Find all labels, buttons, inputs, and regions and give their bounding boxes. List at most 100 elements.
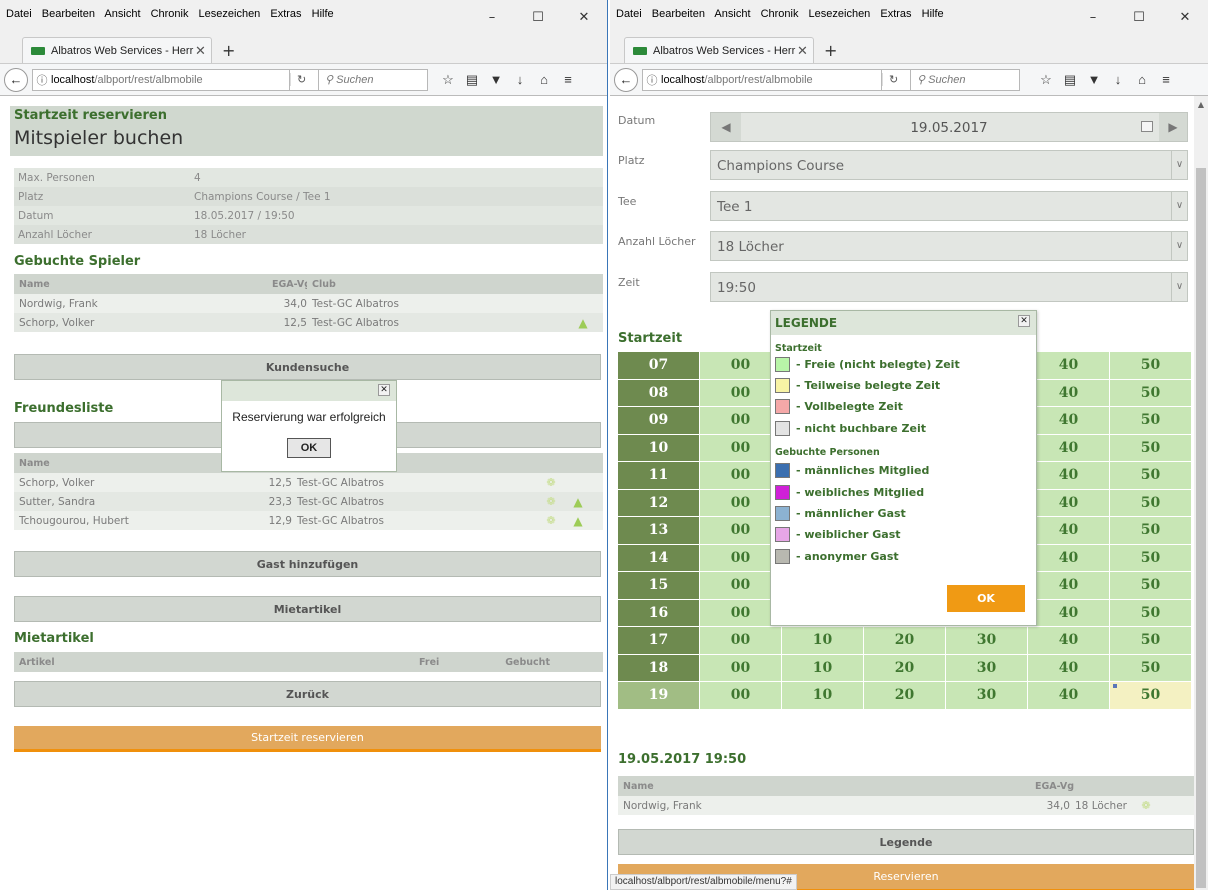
teetime-slot[interactable]: 40 — [1028, 434, 1109, 461]
teetime-slot[interactable]: 50 — [1110, 599, 1191, 626]
teetime-slot[interactable]: 40 — [1028, 462, 1109, 489]
teetime-slot[interactable]: 00 — [700, 682, 781, 709]
browser-tab[interactable]: Albatros Web Services - Herr ✕ — [22, 37, 212, 63]
back-button[interactable]: ← — [4, 67, 28, 92]
scrollbar-thumb[interactable] — [1196, 168, 1206, 888]
info-icon[interactable]: ⓘ — [643, 72, 661, 88]
close-window-button[interactable]: ✕ — [561, 4, 607, 30]
bookmark-star-icon[interactable]: ☆ — [1034, 72, 1058, 88]
legend-button[interactable]: Legende — [618, 829, 1194, 855]
maximize-button[interactable]: ☐ — [1116, 4, 1162, 30]
teetime-slot[interactable]: 50 — [1110, 517, 1191, 544]
teetime-slot[interactable]: 50 — [1110, 682, 1191, 709]
teetime-slot[interactable]: 20 — [864, 654, 945, 681]
download-icon[interactable]: ↓ — [508, 72, 532, 88]
menu-hamburger-icon[interactable]: ≡ — [1154, 72, 1178, 88]
menu-ansicht[interactable]: Ansicht — [714, 8, 750, 20]
reader-icon[interactable]: ▤ — [460, 72, 484, 88]
teetime-slot[interactable]: 40 — [1028, 517, 1109, 544]
home-icon[interactable]: ⌂ — [532, 72, 556, 88]
calendar-icon[interactable] — [1141, 121, 1153, 132]
reader-icon[interactable]: ▤ — [1058, 72, 1082, 88]
maximize-button[interactable]: ☐ — [515, 4, 561, 30]
close-window-button[interactable]: ✕ — [1162, 4, 1208, 30]
teetime-slot[interactable]: 30 — [946, 654, 1027, 681]
teetime-slot[interactable]: 50 — [1110, 462, 1191, 489]
teetime-slot[interactable]: 50 — [1110, 489, 1191, 516]
teetime-slot[interactable]: 40 — [1028, 599, 1109, 626]
teetime-slot[interactable]: 50 — [1110, 627, 1191, 654]
minimize-button[interactable]: – — [469, 4, 515, 30]
new-tab-button[interactable]: + — [222, 41, 235, 60]
menu-lesezeichen[interactable]: Lesezeichen — [199, 8, 261, 20]
teetime-slot[interactable]: 00 — [700, 489, 781, 516]
teetime-slot[interactable]: 40 — [1028, 572, 1109, 599]
browser-tab[interactable]: Albatros Web Services - Herr ✕ — [624, 37, 814, 63]
table-row[interactable]: Schorp, Volker 12,5 Test-GC Albatros ❁ — [14, 473, 603, 492]
date-picker[interactable]: ◀ 19.05.2017 ▶ — [710, 112, 1188, 142]
menu-datei[interactable]: Datei — [6, 8, 32, 20]
search-input[interactable]: ⚲ Suchen — [910, 68, 1020, 91]
teetime-slot[interactable]: 40 — [1028, 627, 1109, 654]
pocket-icon[interactable]: ▼ — [1082, 72, 1106, 88]
minimize-button[interactable]: – — [1070, 4, 1116, 30]
teetime-slot[interactable]: 20 — [864, 627, 945, 654]
menu-extras[interactable]: Extras — [270, 8, 301, 20]
teetime-slot[interactable]: 00 — [700, 517, 781, 544]
legend-close-icon[interactable]: ✕ — [1018, 315, 1030, 327]
dialog-ok-button[interactable]: OK — [287, 438, 331, 458]
scroll-up-icon[interactable]: ▲ — [1194, 100, 1208, 109]
teetime-slot[interactable]: 30 — [946, 682, 1027, 709]
info-icon[interactable]: ⓘ — [33, 72, 51, 88]
teetime-slot[interactable]: 30 — [946, 627, 1027, 654]
teetime-slot[interactable]: 20 — [864, 682, 945, 709]
reserve-teetime-button[interactable]: Startzeit reservieren — [14, 726, 601, 752]
teetime-slot[interactable]: 40 — [1028, 489, 1109, 516]
bookmark-star-icon[interactable]: ☆ — [436, 72, 460, 88]
teetime-slot[interactable]: 40 — [1028, 379, 1109, 406]
teetime-slot[interactable]: 00 — [700, 654, 781, 681]
teetime-slot[interactable]: 50 — [1110, 407, 1191, 434]
kundensuche-button[interactable]: Kundensuche — [14, 354, 601, 380]
add-guest-button[interactable]: Gast hinzufügen — [14, 551, 601, 577]
legend-ok-button[interactable]: OK — [947, 585, 1025, 612]
scrollbar[interactable]: ▲ — [1194, 96, 1208, 890]
teetime-slot[interactable]: 10 — [782, 682, 863, 709]
tee-select[interactable]: Tee 1 ∨ — [710, 191, 1188, 221]
menu-extras[interactable]: Extras — [880, 8, 911, 20]
table-row[interactable]: Nordwig, Frank 34,0 Test-GC Albatros — [14, 294, 603, 313]
menu-bearbeiten[interactable]: Bearbeiten — [42, 8, 95, 20]
back-button[interactable]: ← — [614, 67, 638, 92]
teetime-slot[interactable]: 50 — [1110, 654, 1191, 681]
teetime-slot[interactable]: 00 — [700, 599, 781, 626]
menu-hamburger-icon[interactable]: ≡ — [556, 72, 580, 88]
teetime-slot[interactable]: 40 — [1028, 352, 1109, 379]
teetime-slot[interactable]: 00 — [700, 352, 781, 379]
teetime-slot[interactable]: 50 — [1110, 434, 1191, 461]
download-icon[interactable]: ↓ — [1106, 72, 1130, 88]
table-row[interactable]: Tchougourou, Hubert 12,9 Test-GC Albatro… — [14, 511, 603, 530]
teetime-slot[interactable]: 40 — [1028, 682, 1109, 709]
back-nav-button[interactable]: Zurück — [14, 681, 601, 707]
course-select[interactable]: Champions Course ∨ — [710, 150, 1188, 180]
teetime-slot[interactable]: 00 — [700, 572, 781, 599]
teetime-slot[interactable]: 40 — [1028, 544, 1109, 571]
teetime-slot[interactable]: 50 — [1110, 544, 1191, 571]
teetime-slot[interactable]: 40 — [1028, 407, 1109, 434]
dialog-close-icon[interactable]: ✕ — [378, 384, 390, 396]
tab-close-icon[interactable]: ✕ — [195, 43, 211, 59]
next-date-icon[interactable]: ▶ — [1159, 113, 1187, 141]
arrow-up-icon[interactable]: ▲ — [564, 514, 592, 528]
table-row[interactable]: Nordwig, Frank 34,0 18 Löcher ❁ — [618, 796, 1194, 815]
menu-chronik[interactable]: Chronik — [151, 8, 189, 20]
menu-chronik[interactable]: Chronik — [761, 8, 799, 20]
teetime-slot[interactable]: 50 — [1110, 352, 1191, 379]
menu-ansicht[interactable]: Ansicht — [104, 8, 140, 20]
url-bar[interactable]: ⓘ localhost/albport/rest/albmobile — [642, 68, 882, 91]
new-tab-button[interactable]: + — [824, 41, 837, 60]
tab-close-icon[interactable]: ✕ — [797, 43, 813, 59]
teetime-slot[interactable]: 00 — [700, 434, 781, 461]
arrow-up-icon[interactable]: ▲ — [564, 495, 592, 509]
holes-select[interactable]: 18 Löcher ∨ — [710, 231, 1188, 261]
pocket-icon[interactable]: ▼ — [484, 72, 508, 88]
